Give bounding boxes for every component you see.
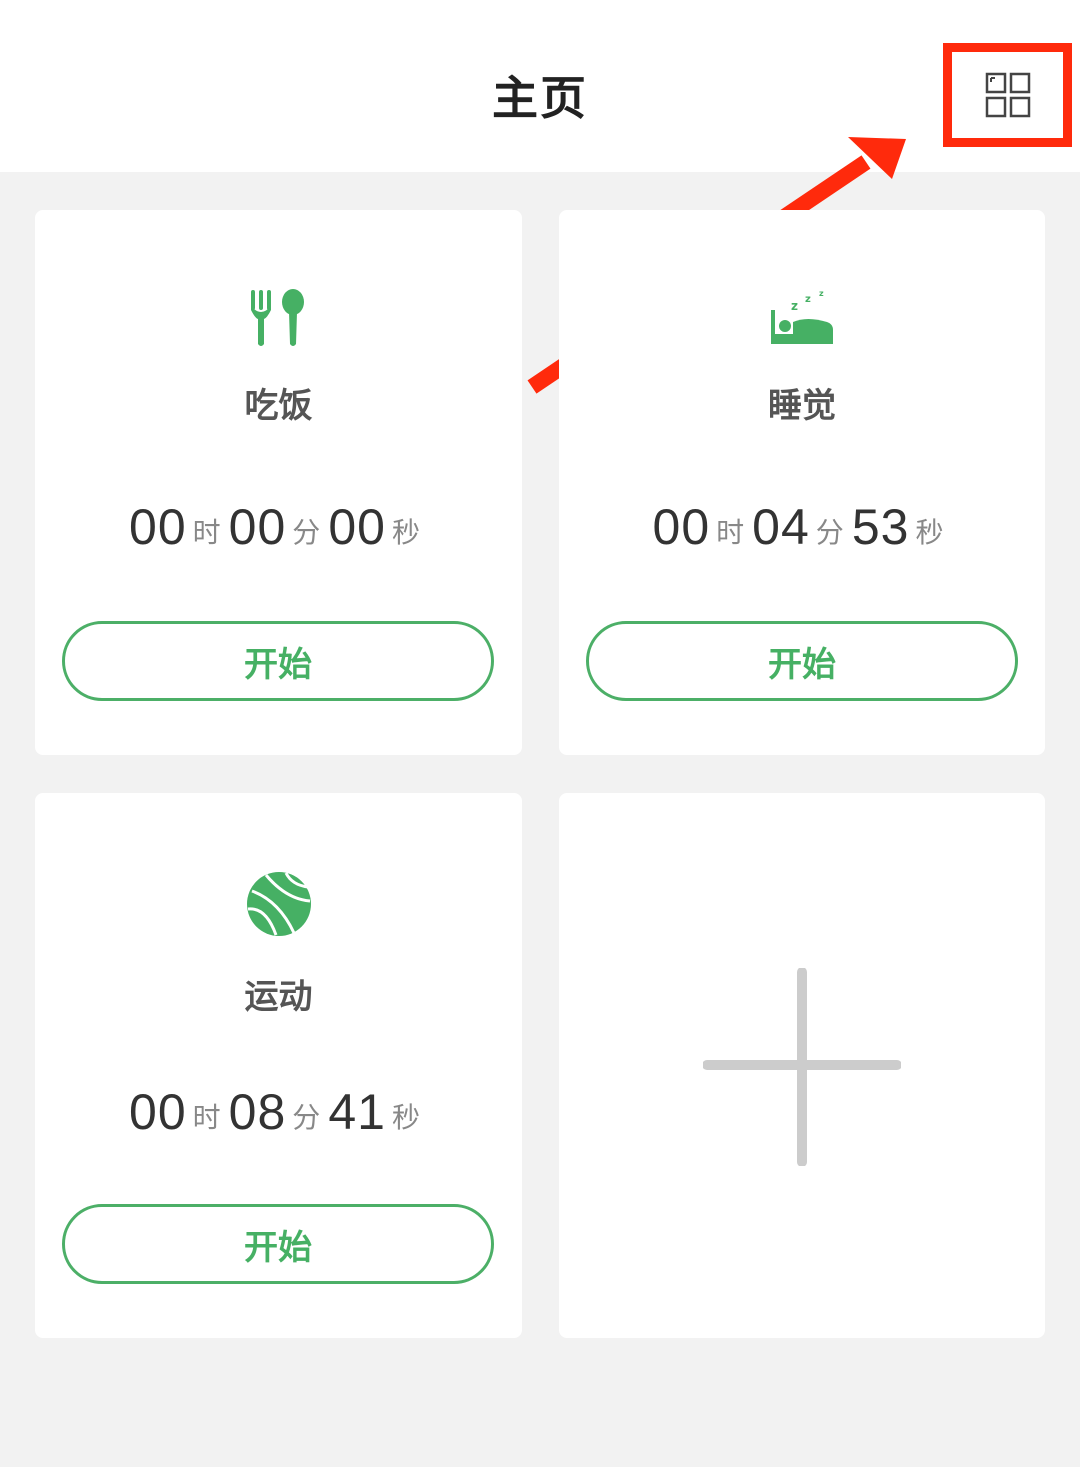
timer-seconds: 41 bbox=[328, 1084, 386, 1140]
svg-text:z: z bbox=[791, 299, 798, 313]
timer-hours: 00 bbox=[652, 499, 711, 555]
plus-icon bbox=[703, 968, 901, 1166]
start-button[interactable]: 开始 bbox=[586, 621, 1018, 701]
timer-minutes: 08 bbox=[228, 1084, 287, 1140]
page-title: 主页 bbox=[492, 71, 588, 125]
unit-hour: 时 bbox=[716, 516, 745, 549]
timer-hours: 00 bbox=[129, 499, 187, 555]
timer-hours: 00 bbox=[129, 1084, 187, 1140]
start-button[interactable]: 开始 bbox=[62, 1204, 494, 1284]
unit-minute: 分 bbox=[292, 1101, 321, 1134]
timer-minutes: 00 bbox=[228, 499, 287, 555]
activity-card-eat[interactable]: 吃饭 00 时 00 分 00 秒 开始 bbox=[35, 210, 522, 755]
timer-display: 00 时 00 分 00 秒 bbox=[35, 498, 522, 556]
grid-layout-icon bbox=[985, 72, 1030, 118]
layout-toggle-button[interactable] bbox=[943, 43, 1072, 147]
timer-seconds: 53 bbox=[851, 499, 910, 555]
unit-minute: 分 bbox=[815, 516, 844, 549]
unit-minute: 分 bbox=[292, 516, 321, 549]
card-label: 吃饭 bbox=[244, 386, 313, 426]
unit-second: 秒 bbox=[391, 1101, 420, 1134]
svg-text:z: z bbox=[819, 289, 824, 298]
add-activity-card[interactable] bbox=[559, 793, 1045, 1338]
card-label: 运动 bbox=[244, 977, 313, 1017]
timer-display: 00 时 08 分 41 秒 bbox=[35, 1083, 522, 1141]
timer-seconds: 00 bbox=[328, 499, 386, 555]
unit-second: 秒 bbox=[391, 516, 420, 549]
activity-card-exercise[interactable]: 运动 00 时 08 分 41 秒 开始 bbox=[35, 793, 522, 1338]
start-button[interactable]: 开始 bbox=[62, 621, 494, 701]
unit-second: 秒 bbox=[915, 516, 944, 549]
app-header: 主页 bbox=[0, 0, 1080, 172]
card-label: 睡觉 bbox=[768, 386, 836, 426]
svg-text:z: z bbox=[805, 294, 811, 305]
basketball-icon bbox=[246, 872, 311, 936]
unit-hour: 时 bbox=[192, 516, 221, 549]
timer-display: 00 时 04 分 53 秒 bbox=[559, 498, 1045, 556]
timer-minutes: 04 bbox=[752, 499, 810, 555]
unit-hour: 时 bbox=[192, 1101, 221, 1134]
activity-card-sleep[interactable]: z z z 睡觉 00 时 04 分 53 秒 开始 bbox=[559, 210, 1045, 755]
fork-spoon-icon bbox=[250, 289, 304, 346]
sleep-bed-icon: z z z bbox=[771, 289, 833, 344]
